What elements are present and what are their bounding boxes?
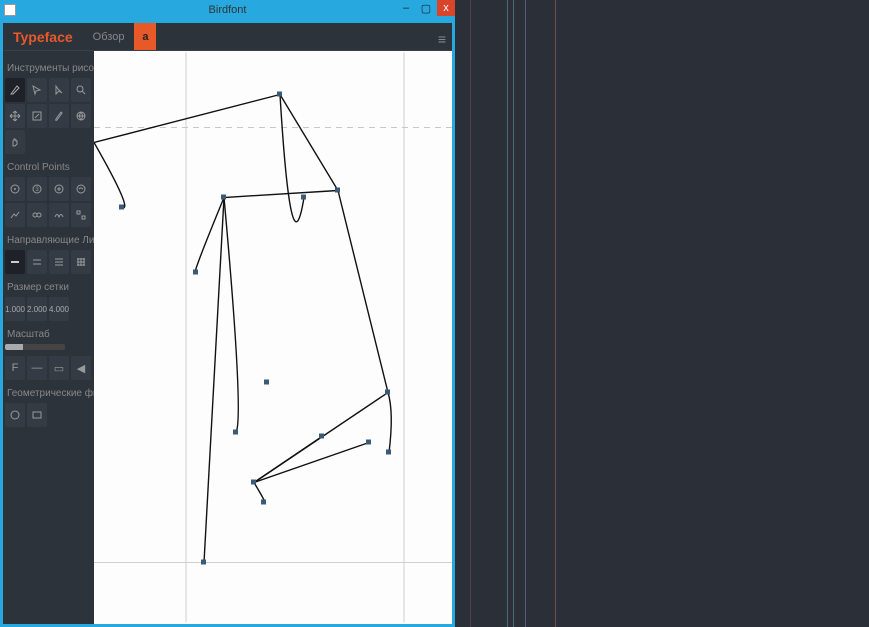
pointer-tool[interactable] — [27, 78, 47, 102]
titlebar[interactable]: Birdfont – ▢ x — [0, 0, 455, 20]
tab-overview[interactable]: Обзор — [83, 23, 135, 50]
window-title: Birdfont — [209, 4, 247, 16]
guide-tool-2[interactable] — [27, 250, 47, 274]
close-button[interactable]: x — [437, 0, 455, 16]
grid-1[interactable]: 1.000 — [5, 297, 25, 321]
cp-tool-7[interactable] — [49, 203, 69, 227]
scale-slider[interactable] — [5, 344, 65, 350]
cp-tool-6[interactable] — [27, 203, 47, 227]
workspace: Инструменты рисования — [3, 51, 452, 624]
minimize-button[interactable]: – — [397, 0, 415, 16]
globe-tool[interactable] — [71, 104, 91, 128]
shape-circle[interactable] — [5, 403, 25, 427]
section-guides-label: Направляющие Линии и С — [7, 235, 90, 246]
vline — [470, 0, 471, 627]
grid-4[interactable]: 4.000 — [49, 297, 69, 321]
guide-tool-1[interactable] — [5, 250, 25, 274]
vline — [525, 0, 526, 627]
maximize-button[interactable]: ▢ — [417, 0, 435, 16]
cp-tool-8[interactable] — [71, 203, 91, 227]
hand-tool[interactable] — [5, 130, 25, 154]
desktop: Birdfont – ▢ x Typeface Обзор a ≡ Инстру… — [0, 0, 869, 627]
cp-tool-4[interactable] — [71, 177, 91, 201]
cp-tool-1[interactable] — [5, 177, 25, 201]
shape-rect[interactable] — [27, 403, 47, 427]
brush-tool[interactable] — [49, 104, 69, 128]
vline — [513, 0, 514, 627]
section-drawing-label: Инструменты рисования — [7, 63, 90, 74]
pen-tool[interactable] — [5, 78, 25, 102]
cp-tool-5[interactable] — [5, 203, 25, 227]
app-icon — [4, 4, 16, 16]
app-body: Typeface Обзор a ≡ Инструменты рисования — [3, 23, 452, 624]
section-scale-label: Масштаб — [7, 329, 90, 340]
birdfont-window: Birdfont – ▢ x Typeface Обзор a ≡ Инстру… — [0, 0, 455, 627]
vline — [507, 0, 508, 627]
window-controls: – ▢ x — [397, 0, 455, 16]
app-logo: Typeface — [3, 23, 83, 50]
section-grid-label: Размер сетки — [7, 282, 90, 293]
grid-2[interactable]: 2.000 — [27, 297, 47, 321]
hamburger-icon[interactable]: ≡ — [438, 31, 446, 47]
tab-glyph[interactable]: a — [134, 23, 156, 50]
scale-btn-dash[interactable]: — — [27, 356, 47, 380]
scale-btn-f[interactable]: F — [5, 356, 25, 380]
scale-btn-bar[interactable]: ▭ — [49, 356, 69, 380]
left-toolbar: Инструменты рисования — [3, 51, 94, 624]
docked-panel — [455, 0, 869, 627]
cp-tool-2[interactable]: 3 — [27, 177, 47, 201]
guide-tool-4[interactable] — [71, 250, 91, 274]
section-control-points-label: Control Points — [7, 162, 90, 173]
glyph-canvas[interactable] — [94, 51, 452, 624]
scale-btn-tri[interactable]: ◀ — [71, 356, 91, 380]
guide-tool-3[interactable] — [49, 250, 69, 274]
section-shapes-label: Геометрические фигуры — [7, 388, 90, 399]
move-tool[interactable] — [5, 104, 25, 128]
zoom-tool[interactable] — [71, 78, 91, 102]
cursor-tool[interactable] — [49, 78, 69, 102]
tabbar: Typeface Обзор a ≡ — [3, 23, 452, 51]
cp-tool-3[interactable] — [49, 177, 69, 201]
resize-tool[interactable] — [27, 104, 47, 128]
vline — [555, 0, 556, 627]
